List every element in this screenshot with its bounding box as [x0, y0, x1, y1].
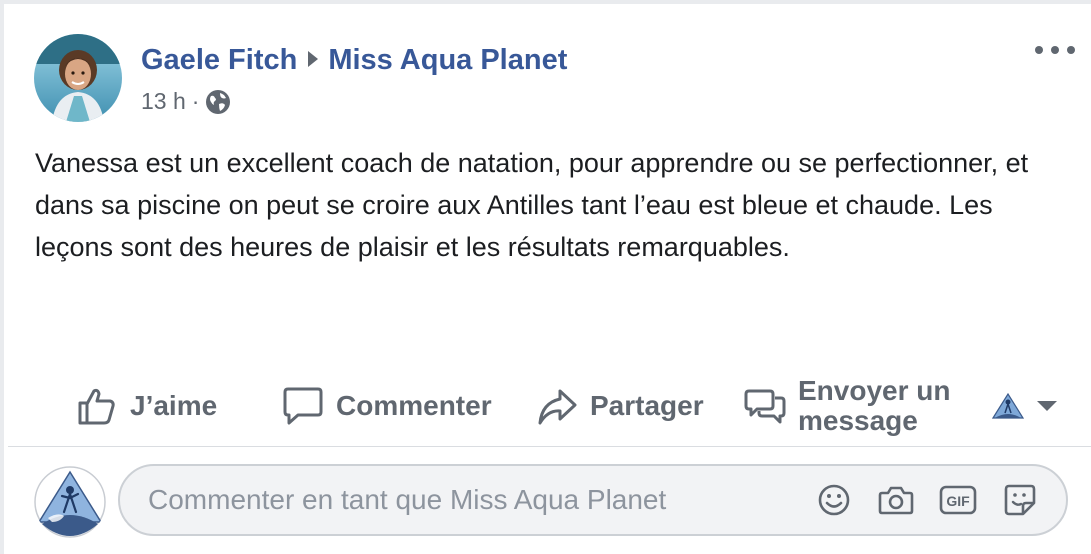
- thumbs-up-icon: [78, 388, 115, 425]
- comment-composer: GIF: [118, 464, 1068, 536]
- author-name-link[interactable]: Gaele Fitch: [141, 44, 297, 77]
- globe-icon[interactable]: [205, 89, 231, 115]
- post-body-text: Vanessa est un excellent coach de natati…: [35, 148, 1029, 262]
- share-arrow-icon: [538, 389, 577, 425]
- caret-right-icon: [307, 44, 319, 77]
- more-options-icon[interactable]: [1035, 40, 1075, 60]
- send-message-button[interactable]: Envoyer un message: [744, 372, 950, 440]
- send-message-label-line1: Envoyer un: [798, 375, 951, 406]
- composer-tools: GIF: [814, 466, 1040, 534]
- chevron-down-icon: [1037, 401, 1057, 411]
- comment-input[interactable]: [148, 466, 788, 534]
- send-message-label: Envoyer un message: [798, 376, 950, 436]
- speech-bubble-icon: [283, 387, 323, 425]
- commenter-avatar[interactable]: [34, 466, 106, 538]
- like-button[interactable]: J’aime: [76, 372, 217, 440]
- post-action-bar: J’aime Commenter Partager Envoyer un mes…: [4, 372, 1091, 440]
- author-avatar[interactable]: [34, 34, 122, 122]
- share-button[interactable]: Partager: [536, 372, 704, 440]
- post-card: Gaele Fitch Miss Aqua Planet 13 h · Vane…: [4, 4, 1091, 554]
- page-name-link[interactable]: Miss Aqua Planet: [328, 44, 567, 77]
- send-message-label-line2: message: [798, 405, 918, 436]
- post-header-names: Gaele Fitch Miss Aqua Planet: [141, 42, 567, 78]
- post-as-selector[interactable]: [990, 372, 1058, 440]
- meta-separator: ·: [191, 88, 200, 114]
- post-meta: 13 h ·: [141, 88, 231, 115]
- camera-icon[interactable]: [876, 480, 916, 520]
- share-label: Partager: [590, 390, 704, 421]
- gif-icon[interactable]: GIF: [938, 480, 978, 520]
- comment-button[interactable]: Commenter: [282, 372, 492, 440]
- svg-text:GIF: GIF: [946, 493, 970, 509]
- emoji-icon[interactable]: [814, 480, 854, 520]
- like-label: J’aime: [130, 390, 218, 421]
- post-timestamp[interactable]: 13 h: [141, 88, 186, 115]
- comment-label: Commenter: [336, 390, 492, 421]
- divider: [8, 446, 1091, 447]
- sticker-icon[interactable]: [1000, 480, 1040, 520]
- page-logo-icon: [991, 389, 1025, 423]
- messages-icon: [744, 389, 786, 424]
